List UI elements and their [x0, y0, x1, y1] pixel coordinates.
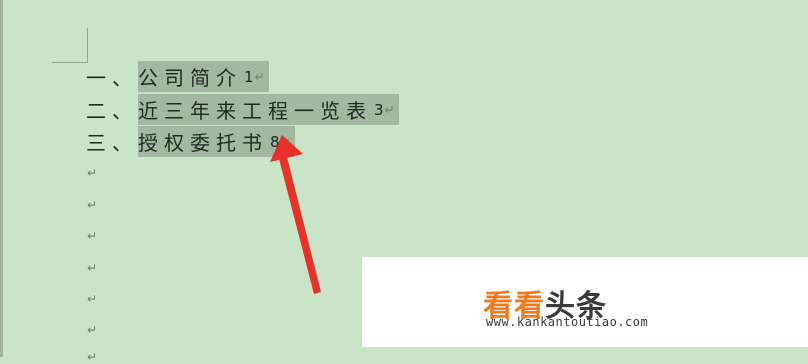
toc-entry-title: 公司简介	[138, 66, 242, 90]
selected-text[interactable]: 公司简介 1 ↵	[138, 61, 269, 92]
empty-paragraph-mark-icon[interactable]: ↵	[87, 323, 97, 337]
margin-corner-mark	[52, 62, 88, 63]
empty-paragraph-mark-icon[interactable]: ↵	[87, 292, 97, 306]
toc-entry-title: 近三年来工程一览表	[138, 99, 372, 123]
watermark-url: www.kankantoutiao.com	[486, 315, 649, 329]
toc-entry-page: 8	[270, 132, 280, 151]
watermark-panel: 看看头条 www.kankantoutiao.com	[362, 257, 808, 347]
toc-entry-2[interactable]: 二、 近三年来工程一览表 3 ↵	[86, 94, 399, 125]
selected-text[interactable]: 近三年来工程一览表 3 ↵	[138, 94, 399, 125]
margin-corner-mark-vertical	[87, 28, 88, 63]
document-page[interactable]: 一、 公司简介 1 ↵ 二、 近三年来工程一览表 3 ↵ 三、 授权委托书 8 …	[0, 0, 808, 364]
empty-paragraph-mark-icon[interactable]: ↵	[87, 166, 97, 180]
toc-entry-1[interactable]: 一、 公司简介 1 ↵	[86, 61, 269, 92]
paragraph-mark-icon: ↵	[384, 102, 395, 117]
toc-entry-number: 二、	[86, 99, 138, 123]
toc-entry-page: 1	[244, 67, 254, 86]
toc-entry-number: 三、	[86, 131, 138, 155]
paragraph-mark-icon: ↵	[254, 69, 265, 84]
page-edge	[0, 0, 3, 357]
toc-entry-title: 授权委托书	[138, 131, 268, 155]
empty-paragraph-mark-icon[interactable]: ↵	[87, 198, 97, 212]
toc-entry-3[interactable]: 三、 授权委托书 8 ↵	[86, 126, 295, 157]
empty-paragraph-mark-icon[interactable]: ↵	[87, 261, 97, 275]
toc-entry-number: 一、	[86, 66, 138, 90]
empty-paragraph-mark-icon[interactable]: ↵	[87, 350, 97, 364]
empty-paragraph-mark-icon[interactable]: ↵	[87, 229, 97, 243]
paragraph-mark-icon: ↵	[280, 134, 291, 149]
selected-text[interactable]: 授权委托书 8 ↵	[138, 126, 295, 157]
toc-entry-page: 3	[374, 100, 384, 119]
